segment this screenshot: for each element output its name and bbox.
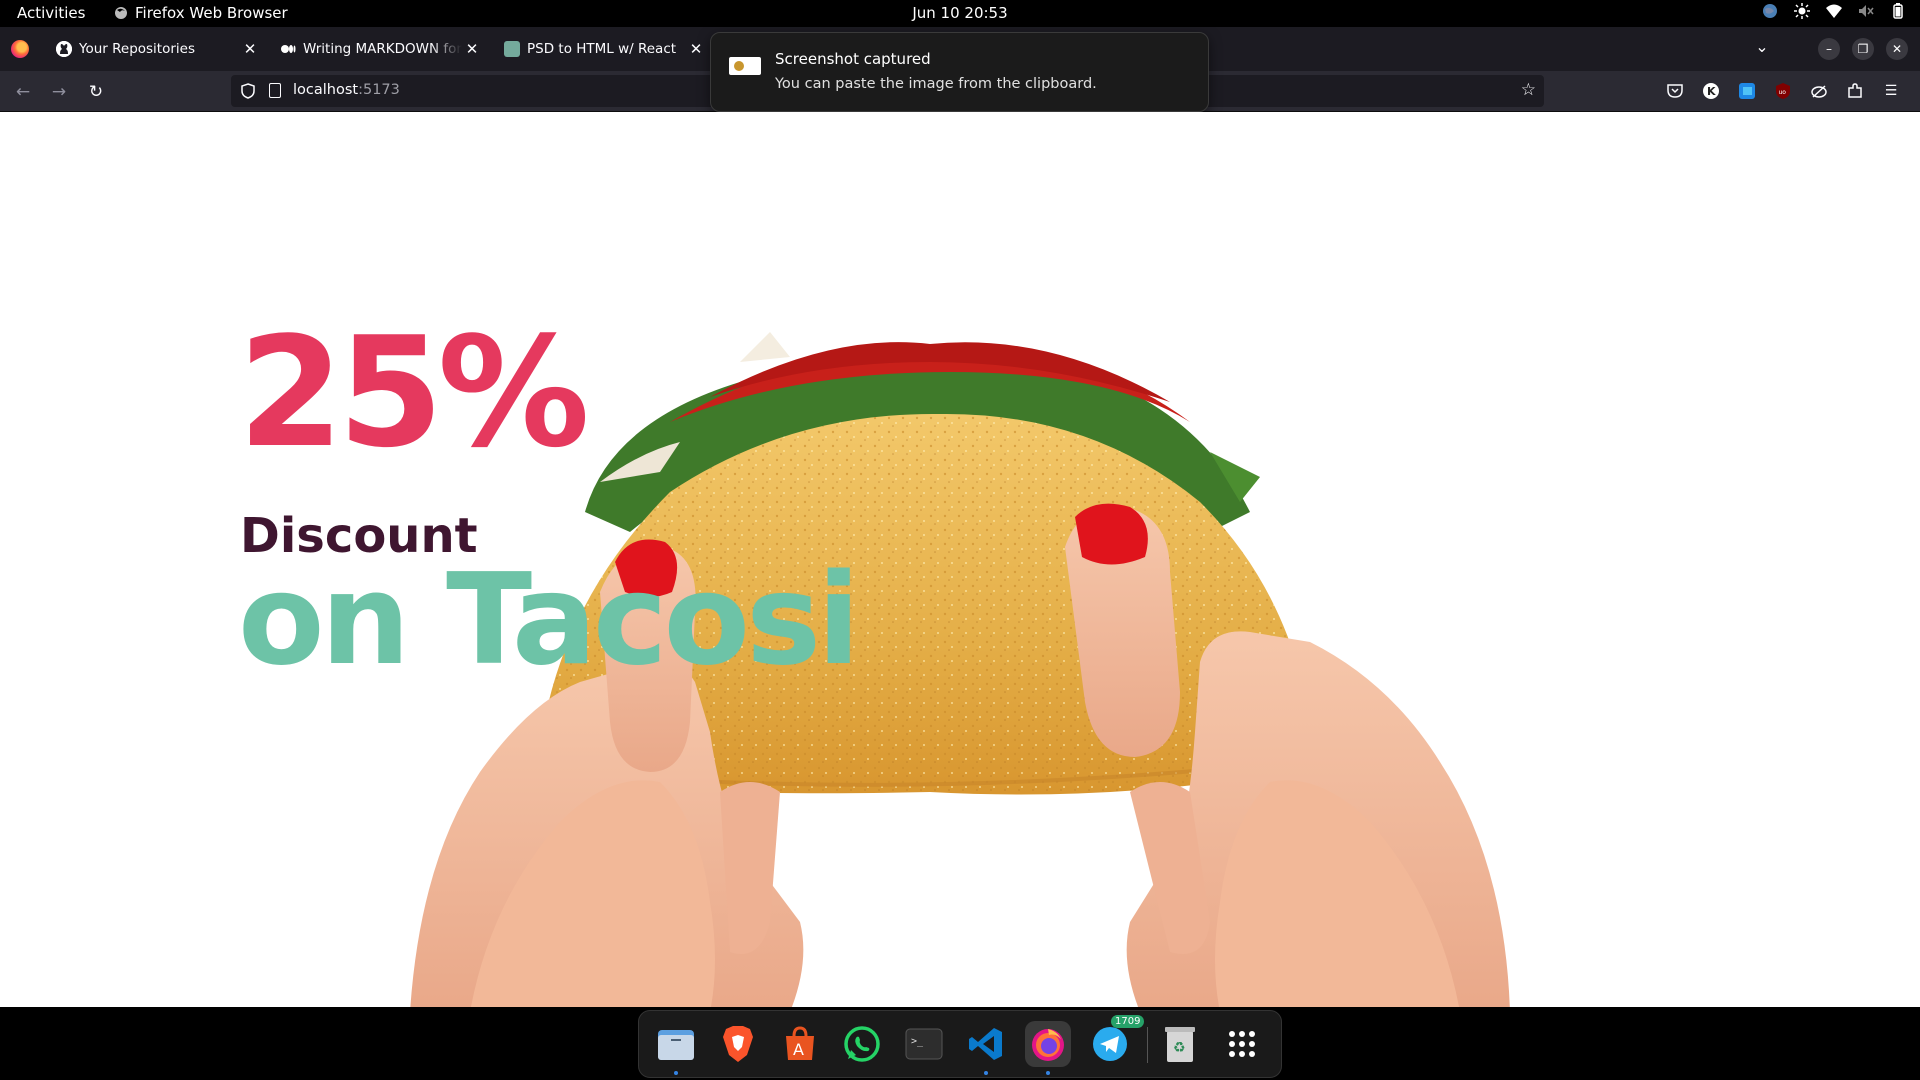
reload-icon[interactable]: ↻ <box>85 81 107 103</box>
chatgpt-icon <box>504 41 520 57</box>
telegram-unread-badge: 1709 <box>1111 1015 1145 1028</box>
files-icon[interactable] <box>653 1021 699 1075</box>
svg-text:uo: uo <box>1779 89 1787 96</box>
toolbar-extensions: K uo ☰ <box>1664 80 1902 102</box>
minimize-icon[interactable]: – <box>1818 38 1840 60</box>
bookmark-star-icon[interactable]: ☆ <box>1521 80 1536 100</box>
extension-k-icon[interactable]: K <box>1700 80 1722 102</box>
firefox-icon <box>115 7 127 19</box>
close-icon[interactable]: ✕ <box>240 40 260 58</box>
svg-text:>_: >_ <box>911 1036 924 1047</box>
extension-cloud-icon[interactable] <box>1808 80 1830 102</box>
chevron-down-icon[interactable]: ⌄ <box>1750 37 1774 56</box>
wifi-icon[interactable] <box>1826 3 1842 19</box>
ublock-origin-icon[interactable]: uo <box>1772 80 1794 102</box>
page-icon[interactable] <box>269 83 281 98</box>
github-icon <box>56 41 72 57</box>
translate-extension-icon[interactable] <box>1736 80 1758 102</box>
firefox-dock-icon[interactable] <box>1025 1021 1071 1075</box>
brightness-icon[interactable] <box>1794 3 1810 19</box>
tab-psd-to-html[interactable]: PSD to HTML w/ React ✕ <box>494 31 712 67</box>
telegram-icon[interactable]: 1709 <box>1087 1015 1145 1067</box>
activities-button[interactable]: Activities <box>17 4 85 22</box>
notification-title: Screenshot captured <box>775 50 931 68</box>
url-text[interactable]: localhost:5173 <box>293 82 400 98</box>
forward-arrow-icon[interactable]: → <box>48 81 70 103</box>
back-arrow-icon[interactable]: ← <box>12 81 34 103</box>
restore-icon[interactable]: ❐ <box>1852 38 1874 60</box>
app-center-icon[interactable]: A <box>777 1021 823 1067</box>
system-tray[interactable] <box>1762 3 1906 19</box>
volume-muted-icon[interactable] <box>1858 3 1874 19</box>
tab-title: PSD to HTML w/ React <box>527 41 677 57</box>
extensions-puzzle-icon[interactable] <box>1844 80 1866 102</box>
svg-text:K: K <box>1707 85 1716 98</box>
trash-icon[interactable]: ♻ <box>1157 1021 1203 1067</box>
clock[interactable]: Jun 10 20:53 <box>912 4 1007 22</box>
tab-title: Writing MARKDOWN for your <box>303 41 462 57</box>
system-top-bar: Activities Firefox Web Browser Jun 10 20… <box>0 0 1920 27</box>
url-host: localhost <box>293 82 359 98</box>
battery-icon[interactable] <box>1890 3 1906 19</box>
whatsapp-icon[interactable] <box>839 1021 885 1067</box>
dock-separator <box>1147 1027 1148 1063</box>
tagline: on Tacosi <box>238 546 860 693</box>
app-name: Firefox Web Browser <box>135 4 288 22</box>
discount-percent: 25% <box>238 304 590 481</box>
dock: A >_ 1709 ♻ <box>638 1010 1282 1078</box>
window-controls: – ❐ ✕ <box>1818 38 1908 60</box>
svg-text:♻: ♻ <box>1173 1040 1186 1056</box>
terminal-icon[interactable]: >_ <box>901 1021 947 1067</box>
screenshot-thumbnail <box>729 57 761 75</box>
show-apps-grid-icon[interactable] <box>1219 1021 1265 1067</box>
medium-icon <box>280 41 296 57</box>
tab-your-repositories[interactable]: Your Repositories ✕ <box>46 31 266 67</box>
firefox-view-icon[interactable] <box>11 40 29 58</box>
brave-icon[interactable] <box>715 1021 761 1067</box>
tab-writing-markdown[interactable]: Writing MARKDOWN for your ✕ <box>270 31 488 67</box>
close-icon[interactable]: ✕ <box>686 40 706 58</box>
vscode-icon[interactable] <box>963 1021 1009 1075</box>
pocket-icon[interactable] <box>1664 80 1686 102</box>
globe-icon[interactable] <box>1762 3 1778 19</box>
screenshot-notification[interactable]: Screenshot captured You can paste the im… <box>710 32 1209 112</box>
hamburger-menu-icon[interactable]: ☰ <box>1880 80 1902 102</box>
page-viewport: 25% Discount on Tacosi <box>0 112 1920 1007</box>
url-port: :5173 <box>358 82 400 98</box>
close-window-icon[interactable]: ✕ <box>1886 38 1908 60</box>
app-menu[interactable]: Firefox Web Browser <box>114 4 288 22</box>
close-icon[interactable]: ✕ <box>462 40 482 58</box>
tab-title: Your Repositories <box>79 41 195 57</box>
notification-body: You can paste the image from the clipboa… <box>775 76 1097 92</box>
shield-icon[interactable] <box>241 83 255 99</box>
svg-text:A: A <box>793 1040 804 1059</box>
